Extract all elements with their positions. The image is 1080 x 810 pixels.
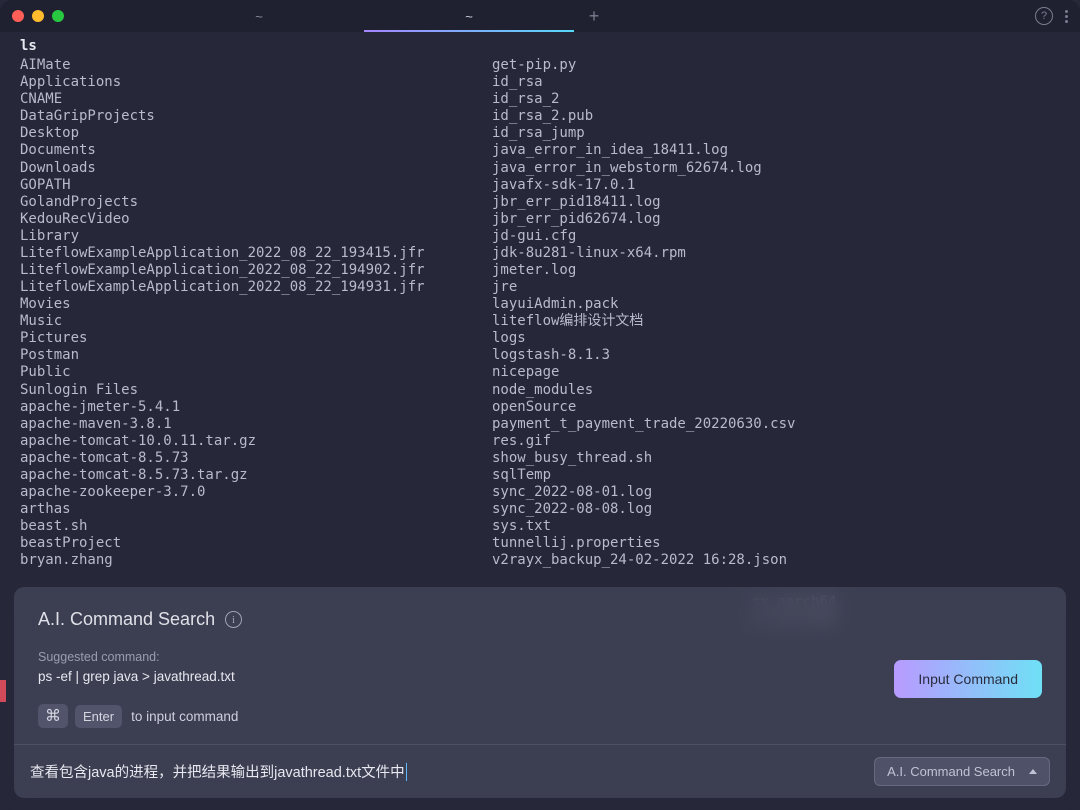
file-item: LiteflowExampleApplication_2022_08_22_19… — [20, 262, 492, 279]
close-window-button[interactable] — [12, 10, 24, 22]
file-item: apache-maven-3.8.1 — [20, 416, 492, 433]
file-item: apache-zookeeper-3.7.0 — [20, 484, 492, 501]
file-item: Library — [20, 228, 492, 245]
file-item: v2rayx_backup_24-02-2022 16:28.json — [492, 552, 1060, 569]
file-item: java_error_in_idea_18411.log — [492, 142, 1060, 159]
file-item: Documents — [20, 142, 492, 159]
command-prompt: ls — [20, 38, 1060, 55]
file-item: javafx-sdk-17.0.1 — [492, 177, 1060, 194]
file-item: liteflow编排设计文档 — [492, 313, 1060, 330]
titlebar: ~ ~ + ? — [0, 0, 1080, 32]
file-item: apache-tomcat-10.0.11.tar.gz — [20, 433, 492, 450]
file-item: Public — [20, 364, 492, 381]
file-item: beast.sh — [20, 518, 492, 535]
file-item: logstash-8.1.3 — [492, 347, 1060, 364]
file-item: show_busy_thread.sh — [492, 450, 1060, 467]
file-item: node_modules — [492, 382, 1060, 399]
file-item: Downloads — [20, 160, 492, 177]
terminal-window: ~ ~ + ? ls AIMateApplicationsCNAMEDataGr… — [0, 0, 1080, 810]
file-column-2: get-pip.pyid_rsaid_rsa_2id_rsa_2.pubid_r… — [492, 57, 1060, 569]
file-item: Music — [20, 313, 492, 330]
keyboard-hint: ⌘ Enter to input command — [38, 704, 894, 728]
file-item: sqlTemp — [492, 467, 1060, 484]
file-item: id_rsa_2 — [492, 91, 1060, 108]
ai-panel-title: A.I. Command Search i — [38, 609, 1042, 630]
tabs-bar: ~ ~ + — [154, 0, 614, 32]
file-item: Applications — [20, 74, 492, 91]
hint-text: to input command — [131, 709, 238, 724]
minimize-window-button[interactable] — [32, 10, 44, 22]
file-item: sync_2022-08-01.log — [492, 484, 1060, 501]
file-item: CNAME — [20, 91, 492, 108]
tab-1[interactable]: ~ — [154, 0, 364, 32]
file-item: DataGripProjects — [20, 108, 492, 125]
file-item: apache-tomcat-8.5.73 — [20, 450, 492, 467]
ai-panel-footer: 查看包含java的进程，并把结果输出到javathread.txt文件中 A.I… — [14, 744, 1066, 798]
file-item: beastProject — [20, 535, 492, 552]
file-item: LiteflowExampleApplication_2022_08_22_19… — [20, 279, 492, 296]
file-item: Pictures — [20, 330, 492, 347]
file-item: bryan.zhang — [20, 552, 492, 569]
new-tab-button[interactable]: + — [574, 0, 614, 32]
file-item: Movies — [20, 296, 492, 313]
file-column-1: AIMateApplicationsCNAMEDataGripProjectsD… — [20, 57, 492, 569]
text-cursor — [406, 763, 408, 781]
file-item: logs — [492, 330, 1060, 347]
file-item: jdk-8u281-linux-x64.rpm — [492, 245, 1060, 262]
maximize-window-button[interactable] — [52, 10, 64, 22]
file-item: Desktop — [20, 125, 492, 142]
file-item: res.gif — [492, 433, 1060, 450]
file-item: apache-tomcat-8.5.73.tar.gz — [20, 467, 492, 484]
file-item: GOPATH — [20, 177, 492, 194]
file-item: payment_t_payment_trade_20220630.csv — [492, 416, 1060, 433]
file-item: arthas — [20, 501, 492, 518]
plus-icon: + — [589, 6, 600, 27]
window-controls — [12, 10, 64, 22]
file-item: java_error_in_webstorm_62674.log — [492, 160, 1060, 177]
enter-key-badge: Enter — [75, 705, 122, 728]
ai-command-panel: A.I. Command Search i Suggested command:… — [14, 587, 1066, 798]
tab-label: ~ — [255, 9, 263, 24]
chevron-up-icon — [1029, 769, 1037, 774]
input-command-button[interactable]: Input Command — [894, 660, 1042, 698]
file-item: jbr_err_pid62674.log — [492, 211, 1060, 228]
file-item: jmeter.log — [492, 262, 1060, 279]
error-indicator — [0, 680, 6, 702]
ls-output: AIMateApplicationsCNAMEDataGripProjectsD… — [20, 57, 1060, 569]
file-item: KedouRecVideo — [20, 211, 492, 228]
file-item: sync_2022-08-08.log — [492, 501, 1060, 518]
help-icon[interactable]: ? — [1035, 7, 1053, 25]
file-item: id_rsa — [492, 74, 1060, 91]
search-input-text: 查看包含java的进程，并把结果输出到javathread.txt文件中 — [30, 761, 407, 782]
file-item: Sunlogin Files — [20, 382, 492, 399]
suggested-command-text: ps -ef | grep java > javathread.txt — [38, 669, 894, 684]
tab-label: ~ — [465, 9, 473, 24]
ai-mode-dropdown[interactable]: A.I. Command Search — [874, 757, 1050, 786]
file-item: id_rsa_jump — [492, 125, 1060, 142]
suggested-section: Suggested command: ps -ef | grep java > … — [38, 650, 894, 728]
file-item: openSource — [492, 399, 1060, 416]
cmd-key-icon: ⌘ — [38, 704, 68, 728]
info-icon[interactable]: i — [225, 611, 242, 628]
suggested-label: Suggested command: — [38, 650, 894, 664]
file-item: LiteflowExampleApplication_2022_08_22_19… — [20, 245, 492, 262]
file-item: id_rsa_2.pub — [492, 108, 1060, 125]
file-item: AIMate — [20, 57, 492, 74]
file-item: Postman — [20, 347, 492, 364]
titlebar-actions: ? — [1035, 7, 1068, 25]
more-menu-icon[interactable] — [1065, 10, 1068, 23]
file-item: jbr_err_pid18411.log — [492, 194, 1060, 211]
file-item: layuiAdmin.pack — [492, 296, 1060, 313]
file-item: tunnellij.properties — [492, 535, 1060, 552]
file-item: sys.txt — [492, 518, 1060, 535]
ai-search-input[interactable]: 查看包含java的进程，并把结果输出到javathread.txt文件中 — [30, 761, 874, 782]
file-item: apache-jmeter-5.4.1 — [20, 399, 492, 416]
file-item: get-pip.py — [492, 57, 1060, 74]
file-item: nicepage — [492, 364, 1060, 381]
tab-2-active[interactable]: ~ — [364, 0, 574, 32]
file-item: jd-gui.cfg — [492, 228, 1060, 245]
file-item: jre — [492, 279, 1060, 296]
file-item: GolandProjects — [20, 194, 492, 211]
